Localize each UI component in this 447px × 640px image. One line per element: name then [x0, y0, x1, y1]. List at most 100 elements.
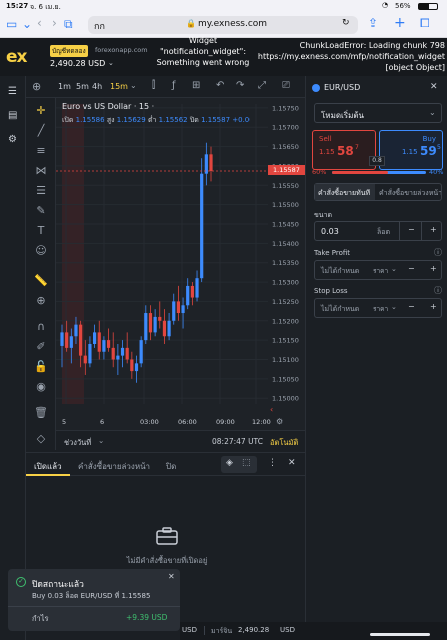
utc-clock[interactable]: 08:27:47 UTC — [212, 437, 263, 446]
sell-button[interactable]: Sell 1.15 58 7 — [312, 130, 376, 170]
info-icon[interactable]: ⓘ — [434, 247, 442, 258]
toast-title: ปิดสถานะแล้ว — [32, 580, 84, 590]
address-bar[interactable]: กก 🔒 my.exness.com ↻ — [88, 16, 358, 34]
tab-market-order[interactable]: คำสั่งซื้อขายทันที — [318, 188, 370, 199]
tab-pending-order[interactable]: คำสั่งซื้อขายล่วงหน้า — [379, 188, 441, 199]
x-tick-label: 03:00 — [140, 418, 159, 426]
more-icon[interactable]: ⋮ — [268, 458, 277, 468]
candle-body — [158, 316, 162, 321]
tp-plus-button[interactable]: + — [430, 264, 437, 273]
tabs-icon[interactable]: ⧠ — [420, 16, 430, 31]
account-balance[interactable]: 2,490.28 USD — [50, 59, 105, 68]
lock-drawings-icon[interactable]: ✐ — [26, 340, 56, 353]
volume-plus-button[interactable]: + — [430, 225, 437, 234]
chevron-down-icon[interactable]: ⌄ — [98, 436, 104, 445]
interval-4h[interactable]: 4h — [92, 82, 102, 91]
y-tick-label: 1.15650 — [272, 143, 299, 151]
fullscreen-icon[interactable]: ⤢ — [258, 80, 266, 91]
undo-icon[interactable]: ↶ — [216, 80, 224, 91]
empty-positions-text: ไม่มีคำสั่งซื้อขายที่เปิดอยู่ — [126, 556, 208, 565]
fib-icon[interactable]: ☰ — [26, 184, 56, 197]
lock-icon[interactable]: 🔓 — [26, 360, 56, 373]
battery-icon — [418, 3, 438, 10]
margin-label: มาร์จิน — [211, 627, 233, 635]
stack-icon[interactable]: ⬚ — [242, 458, 251, 468]
candle-body — [186, 285, 190, 306]
chevron-down-icon[interactable]: ⌄ — [391, 303, 397, 311]
y-tick-label: 1.15200 — [272, 317, 299, 325]
sl-plus-button[interactable]: + — [430, 302, 437, 311]
magnet-icon[interactable]: ∩ — [26, 320, 56, 333]
pattern-icon[interactable]: ⋈ — [26, 164, 56, 177]
eye-icon[interactable]: ◉ — [26, 380, 56, 393]
close-icon[interactable]: ✕ — [168, 572, 175, 581]
tab-pending[interactable]: คำสั่งซื้อขายล่วงหน้า — [78, 460, 150, 473]
high-label: สูง — [106, 116, 115, 124]
price-chart[interactable]: 1.157501.157001.156501.156001.155501.155… — [56, 98, 305, 430]
tab-closed[interactable]: ปิด — [166, 460, 176, 473]
close-icon[interactable]: ✕ — [430, 82, 438, 92]
interval-1m[interactable]: 1m — [58, 82, 71, 91]
indicators-icon[interactable]: ƒ — [172, 80, 176, 91]
volume-minus-button[interactable]: − — [408, 225, 415, 234]
forward-icon[interactable]: › — [52, 16, 57, 30]
trades-icon[interactable]: ▤ — [8, 110, 17, 121]
interval-15m[interactable]: 15m — [110, 82, 128, 91]
back-icon[interactable]: ‹ — [37, 16, 42, 30]
chevron-down-icon[interactable]: ⌄ — [391, 265, 397, 273]
tp-unit[interactable]: ราคา — [373, 266, 388, 276]
mode-select[interactable]: โหมดเริ่มต้น ⌄ — [314, 103, 442, 123]
crosshair-icon[interactable]: ✛ — [26, 104, 56, 117]
layers-icon[interactable]: ◈ — [226, 458, 233, 468]
redo-icon[interactable]: ↷ — [236, 80, 244, 91]
sidebar-icon[interactable]: ▭ — [6, 17, 17, 31]
chart-canvas[interactable]: 1.157501.157001.156501.156001.155501.155… — [56, 98, 305, 430]
menu-icon[interactable]: ☰ — [8, 86, 17, 97]
trash-icon[interactable]: 🗑 — [26, 406, 56, 419]
home-indicator — [370, 633, 430, 636]
close-icon[interactable]: ✕ — [288, 458, 296, 468]
sl-unit[interactable]: ราคา — [373, 304, 388, 314]
diamond-icon[interactable]: ◇ — [26, 432, 56, 445]
sl-minus-button[interactable]: − — [408, 302, 415, 311]
text-icon[interactable]: T — [26, 224, 56, 237]
trend-line-icon[interactable]: ╱ — [26, 124, 56, 137]
info-icon[interactable]: ⓘ — [434, 285, 442, 296]
sl-input[interactable]: ไม่ได้กำหนด ราคา ⌄ − + — [314, 298, 442, 318]
volume-value[interactable]: 0.03 — [321, 227, 339, 236]
tp-value[interactable]: ไม่ได้กำหนด — [321, 266, 359, 277]
chevron-down-icon[interactable]: ⌄ — [108, 59, 114, 67]
tp-minus-button[interactable]: − — [408, 264, 415, 273]
new-tab-icon[interactable]: + — [394, 15, 406, 31]
ruler-icon[interactable]: 📏 — [26, 274, 56, 287]
order-type-tabs: คำสั่งซื้อขายทันที คำสั่งซื้อขายล่วงหน้า — [314, 183, 442, 201]
reload-icon[interactable]: ↻ — [342, 18, 350, 28]
profit-value: +9.39 USD — [126, 613, 168, 622]
reader-aa[interactable]: กก — [94, 19, 105, 33]
candle-body — [148, 313, 153, 333]
server-name: forexonapp.com — [95, 46, 148, 54]
camera-icon[interactable]: ⎚ — [282, 80, 290, 91]
chevron-down-icon[interactable]: ⌄ — [22, 17, 32, 31]
book-icon[interactable]: ⧉ — [64, 17, 73, 32]
settings-icon[interactable]: ⚙ — [8, 134, 17, 145]
zoom-in-icon[interactable]: ⊕ — [26, 294, 56, 307]
horizontal-lines-icon[interactable]: ≡ — [26, 144, 56, 157]
auto-scale-button[interactable]: อัตโนมัติ — [270, 437, 298, 449]
sl-value[interactable]: ไม่ได้กำหนด — [321, 304, 359, 315]
date-range-button[interactable]: ช่วงวันที่ — [64, 437, 91, 449]
tab-open[interactable]: เปิดแล้ว — [34, 460, 62, 473]
brush-icon[interactable]: ✎ — [26, 204, 56, 217]
buy-button[interactable]: Buy 1.15 59 5 — [379, 130, 443, 170]
share-icon[interactable]: ⇪ — [368, 16, 378, 30]
interval-5m[interactable]: 5m — [76, 82, 89, 91]
layout-grid-icon[interactable]: ⊞ — [192, 80, 200, 91]
exness-logo[interactable]: ex — [6, 47, 27, 67]
volume-input[interactable]: 0.03 ล็อต − + — [314, 221, 442, 241]
tp-input[interactable]: ไม่ได้กำหนด ราคา ⌄ − + — [314, 260, 442, 280]
emoji-icon[interactable]: ☺ — [26, 244, 56, 257]
x-tick-label: 12:00 — [252, 418, 271, 426]
add-symbol-icon[interactable]: ⊕ — [32, 80, 41, 93]
candle-type-icon[interactable]: ⫿ — [152, 80, 155, 91]
chevron-down-icon[interactable]: ⌄ — [130, 81, 137, 90]
